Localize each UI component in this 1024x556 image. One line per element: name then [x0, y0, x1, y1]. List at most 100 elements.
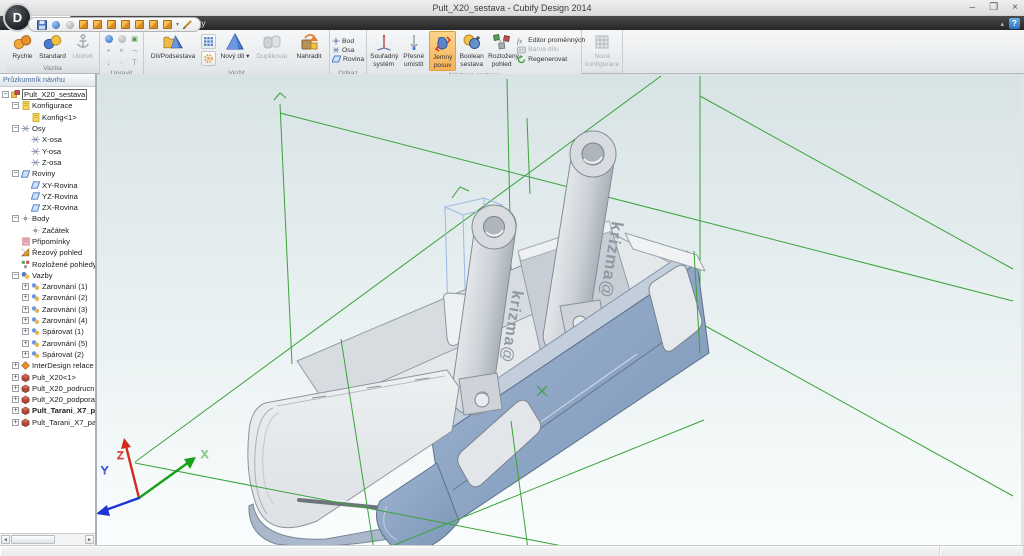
expand-icon[interactable]: +	[12, 407, 19, 414]
scroll-left-icon[interactable]: ◄	[1, 535, 10, 544]
tree-item[interactable]: +Zarovnání (3)	[0, 304, 95, 315]
tree-item[interactable]: Z-osa	[0, 157, 95, 168]
tree-item[interactable]: X-osa	[0, 134, 95, 145]
tree-item[interactable]: −Pult_X20_sestava	[0, 89, 95, 100]
tree-item[interactable]: +Spárovat (1)	[0, 326, 95, 337]
collapse-icon[interactable]: −	[12, 272, 19, 279]
pattern-grid-icon[interactable]	[201, 34, 216, 49]
tree-item[interactable]: Řezový pohled	[0, 247, 95, 258]
rozlozeny-pohled-button[interactable]: Rozložený pohled	[487, 31, 516, 69]
tree-item[interactable]: +Zarovnání (4)	[0, 315, 95, 326]
tree-item[interactable]: +Spárovat (2)	[0, 349, 95, 360]
tree-item[interactable]: +Pult_Tarani_X7_paka<2>	[0, 417, 95, 428]
expand-icon[interactable]: +	[12, 362, 19, 369]
tree-horizontal-scrollbar[interactable]: ◄ ►	[0, 533, 95, 545]
collapse-icon[interactable]: −	[12, 125, 19, 132]
scroll-right-icon[interactable]: ►	[85, 535, 94, 544]
gear-icon[interactable]	[201, 51, 216, 66]
view-cube-icon[interactable]	[92, 19, 103, 30]
ball-blue-icon[interactable]	[50, 19, 61, 30]
corner-icon[interactable]: ¬	[132, 47, 137, 55]
tree-item[interactable]: +Zarovnání (5)	[0, 338, 95, 349]
down-arrow-icon[interactable]: ↓	[107, 59, 111, 67]
tree-item[interactable]: ZX-Rovina	[0, 202, 95, 213]
tree-item[interactable]: +Pult_Tarani_X7_paka<	[0, 405, 95, 416]
expand-icon[interactable]: +	[12, 374, 19, 381]
ball-blue-icon[interactable]	[105, 35, 113, 43]
ukotvit-button[interactable]: Ukotvit	[68, 31, 97, 62]
bod-button[interactable]: Bod	[332, 37, 364, 45]
ball-grey-icon[interactable]	[64, 19, 75, 30]
tee-icon[interactable]: T	[132, 59, 137, 67]
tree-item[interactable]: Y-osa	[0, 145, 95, 156]
souradny-system-button[interactable]: Souřadný systém	[369, 31, 398, 69]
expand-icon[interactable]: +	[12, 419, 19, 426]
expand-icon[interactable]: +	[12, 385, 19, 392]
minimize-button[interactable]: –	[970, 0, 976, 16]
collapse-icon[interactable]: −	[12, 170, 19, 177]
boolean-sestava-button[interactable]: Boolean sestava	[457, 31, 486, 69]
presne-umistit-button[interactable]: Přesné umístit	[399, 31, 428, 69]
close-button[interactable]: ×	[1012, 0, 1018, 16]
tree-item[interactable]: +Pult_X20_podpora_podru	[0, 394, 95, 405]
jemny-posuv-button[interactable]: Jemný posuv	[429, 31, 456, 71]
nova-konfigurace-button[interactable]: Nová konfigurace	[584, 31, 620, 69]
tree-item[interactable]: Začátek	[0, 225, 95, 236]
standard-button[interactable]: Standard	[38, 31, 67, 62]
dil-podsestava-button[interactable]: Díl/Podsestava	[146, 31, 200, 62]
save-icon[interactable]	[36, 19, 47, 30]
regenerovat-button[interactable]: Regenerovat	[517, 55, 579, 64]
rychle-button[interactable]: Rychle	[8, 31, 37, 62]
expand-icon[interactable]: +	[22, 317, 29, 324]
tree-item[interactable]: −Body	[0, 213, 95, 224]
view-cube-icon[interactable]	[106, 19, 117, 30]
tree-item[interactable]: YZ-Rovina	[0, 191, 95, 202]
barva-dilu-button[interactable]: Barva dílu	[517, 46, 579, 54]
osa-button[interactable]: Osa	[332, 46, 364, 54]
tree-item[interactable]: Rozložené pohledy	[0, 258, 95, 269]
ribbon-collapse-icon[interactable]: ▴	[1000, 20, 1004, 28]
cross-icon[interactable]: ×	[119, 47, 124, 55]
expand-icon[interactable]: +	[22, 294, 29, 301]
expand-icon[interactable]: +	[12, 396, 19, 403]
tree-item[interactable]: XY-Rovina	[0, 179, 95, 190]
scrollbar-thumb[interactable]	[11, 535, 55, 544]
tree-item[interactable]: +Zarovnání (1)	[0, 281, 95, 292]
view-cube-icon[interactable]	[78, 19, 89, 30]
maximize-button[interactable]: ❐	[989, 0, 998, 16]
ball-grey-icon[interactable]	[118, 35, 126, 43]
tree-item[interactable]: Konfig<1>	[0, 112, 95, 123]
viewport-3d[interactable]: krizma@	[97, 74, 1024, 545]
tree-item[interactable]: −Roviny	[0, 168, 95, 179]
editor-promennych-button[interactable]: fx Editor proměnných	[517, 37, 579, 45]
tree-item[interactable]: −Osy	[0, 123, 95, 134]
view-cube-icon[interactable]	[120, 19, 131, 30]
tree-item[interactable]: +InterDesign relace	[0, 360, 95, 371]
tree-item[interactable]: −Konfigurace	[0, 100, 95, 111]
stamp-icon[interactable]: ◦	[120, 59, 123, 67]
collapse-icon[interactable]: −	[12, 215, 19, 222]
tree-item[interactable]: +Zarovnání (2)	[0, 292, 95, 303]
collapse-icon[interactable]: −	[2, 91, 9, 98]
help-button[interactable]: ?	[1009, 18, 1020, 29]
duplikovat-button[interactable]: Duplikovat	[254, 31, 290, 62]
expand-icon[interactable]: +	[22, 328, 29, 335]
tree-item[interactable]: +Pult_X20_podrucnik<1>	[0, 383, 95, 394]
expand-icon[interactable]: +	[22, 306, 29, 313]
expand-icon[interactable]: +	[22, 351, 29, 358]
rovina-button[interactable]: Rovina	[332, 55, 364, 63]
tree-item[interactable]: Připomínky	[0, 236, 95, 247]
nahradit-button[interactable]: Nahradit	[291, 31, 327, 62]
dropdown-arrow-icon[interactable]: ▾	[176, 21, 179, 28]
view-cube-icon[interactable]	[148, 19, 159, 30]
tree-item[interactable]: −Vazby	[0, 270, 95, 281]
novy-dil-button[interactable]: Nový díl ▾	[217, 31, 253, 62]
collapse-icon[interactable]: −	[12, 102, 19, 109]
check-green-icon[interactable]: ▣	[131, 36, 138, 43]
view-cube-icon[interactable]	[162, 19, 173, 30]
expand-icon[interactable]: +	[22, 283, 29, 290]
box-icon[interactable]: ▪	[107, 47, 110, 55]
tree-item[interactable]: +Pult_X20<1>	[0, 371, 95, 382]
expand-icon[interactable]: +	[22, 340, 29, 347]
pen-icon[interactable]	[182, 19, 193, 30]
